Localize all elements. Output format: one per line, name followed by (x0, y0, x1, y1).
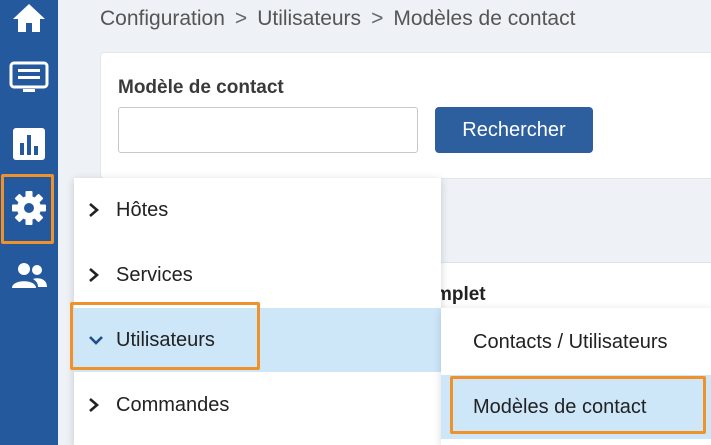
menu-item-commands[interactable]: Commandes (74, 373, 441, 437)
sidebar (0, 0, 58, 445)
chart-icon (13, 128, 45, 160)
reporting-button[interactable] (0, 112, 58, 176)
home-icon (13, 4, 45, 32)
breadcrumb-item-utilisateurs[interactable]: Utilisateurs (257, 7, 361, 30)
breadcrumb-item-current: Modèles de contact (393, 7, 576, 30)
monitor-icon (9, 61, 49, 92)
configuration-button[interactable] (0, 174, 58, 244)
home-button[interactable] (0, 0, 58, 50)
administration-button[interactable] (0, 244, 58, 308)
menu-item-label: Hôtes (116, 198, 169, 221)
chevron-right-icon (88, 397, 110, 413)
chevron-right-icon (88, 267, 110, 283)
submenu-item-contacts[interactable]: Contacts / Utilisateurs (441, 310, 711, 374)
chevron-right-icon (88, 202, 110, 218)
search-field-label: Modèle de contact (118, 77, 284, 98)
monitoring-button[interactable] (0, 46, 58, 110)
menu-item-label: Commandes (116, 393, 230, 416)
search-button[interactable]: Rechercher (435, 107, 593, 153)
highlight-modeles-de-contact (450, 376, 706, 434)
menu-item-label: Services (116, 263, 193, 286)
menu-item-services[interactable]: Services (74, 243, 441, 307)
search-input[interactable] (118, 107, 418, 153)
breadcrumb-separator: > (234, 7, 248, 30)
breadcrumb-item-configuration[interactable]: Configuration (100, 7, 225, 30)
users-icon (12, 263, 47, 288)
gear-icon (12, 191, 46, 225)
breadcrumb-separator: > (371, 7, 384, 30)
highlight-utilisateurs (70, 302, 260, 370)
search-panel: Modèle de contact Rechercher (100, 52, 711, 179)
breadcrumb: Configuration > Utilisateurs > Modèles de co… (100, 7, 575, 31)
menu-item-hosts[interactable]: Hôtes (74, 178, 441, 242)
